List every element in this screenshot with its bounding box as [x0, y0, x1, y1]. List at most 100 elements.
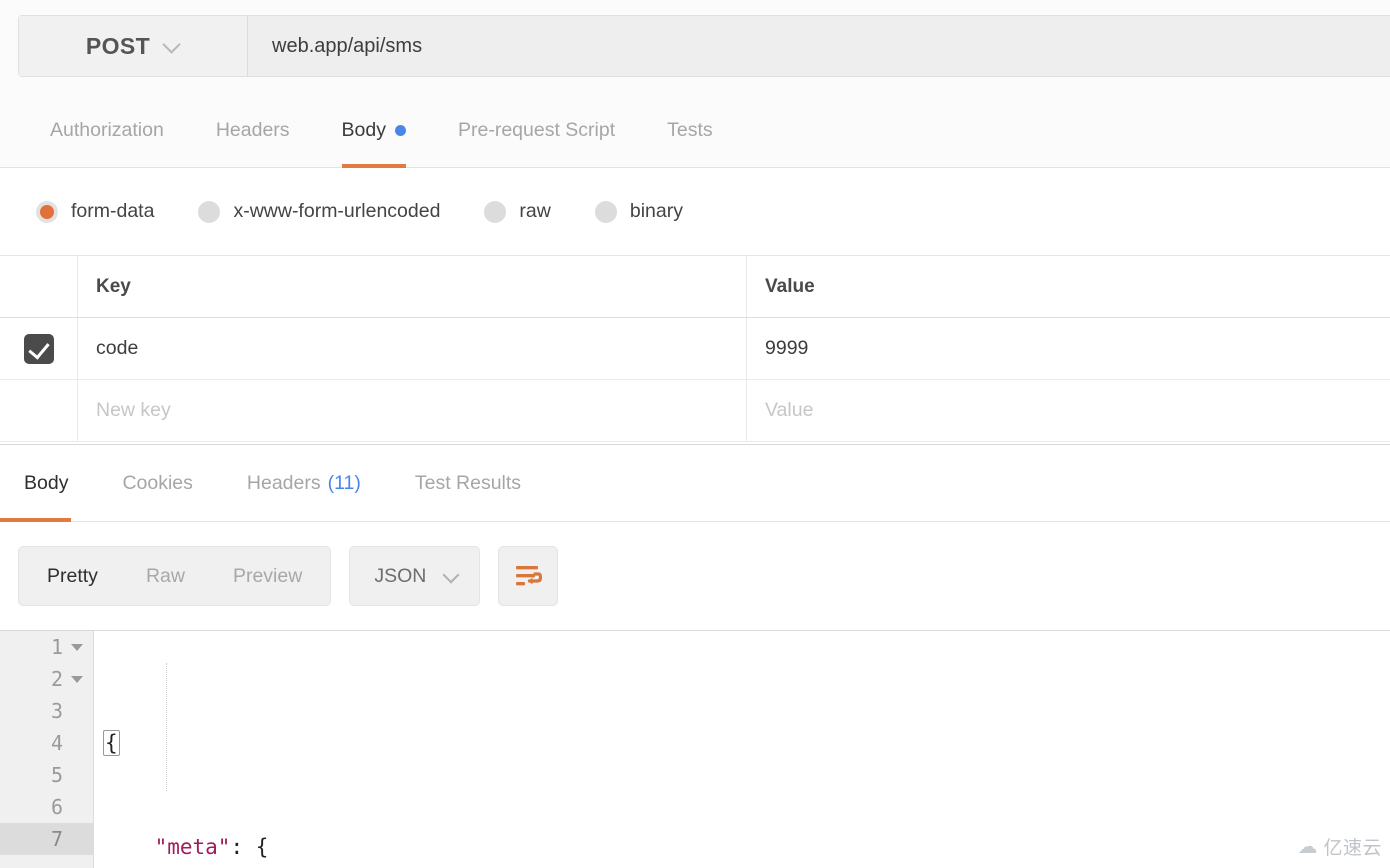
response-format-label: JSON [374, 564, 427, 587]
code-line-1: { [94, 727, 1390, 759]
radio-selected-icon [36, 200, 58, 223]
response-body-editor[interactable]: 1 2 3 4 5 6 7 {"meta": { [0, 630, 1390, 868]
tab-body[interactable]: Body [316, 92, 432, 168]
row-enabled-checkbox[interactable] [23, 333, 54, 364]
radio-binary[interactable]: binary [594, 200, 683, 223]
gutter-line: 1 [0, 631, 93, 663]
request-url-text: web.app/api/sms [272, 34, 423, 57]
gutter-line: 4 [0, 727, 93, 759]
request-url-input[interactable]: web.app/api/sms [248, 16, 1390, 76]
request-url-bar: POST web.app/api/sms [0, 0, 1390, 92]
response-toolbar: Pretty Raw Preview JSON [0, 522, 1390, 630]
new-row-check-cell [0, 380, 78, 441]
radio-unselected-icon [484, 200, 507, 223]
fold-toggle-icon[interactable] [71, 673, 83, 685]
tab-tests-label: Tests [667, 118, 713, 141]
http-method-label: POST [85, 32, 151, 59]
word-wrap-button[interactable] [498, 546, 559, 606]
line-number: 5 [50, 763, 63, 787]
json-open-brace: { [103, 730, 120, 756]
fold-placeholder-icon [71, 769, 83, 781]
view-mode-preview-label: Preview [232, 564, 303, 587]
radio-raw-label: raw [519, 200, 551, 222]
radio-form-data[interactable]: form-data [36, 200, 154, 223]
view-mode-preview[interactable]: Preview [209, 550, 326, 602]
tab-authorization-label: Authorization [50, 118, 164, 141]
gutter-line: 5 [0, 759, 93, 791]
table-new-row: New key Value [0, 380, 1390, 442]
gutter-line: 3 [0, 695, 93, 727]
radio-x-www-form-urlencoded-label: x-www-form-urlencoded [233, 200, 441, 222]
table-row: code 9999 [0, 318, 1390, 380]
editor-code-area[interactable]: { "meta": { "code": "200", "message": "测… [94, 631, 1390, 868]
response-tab-bar: Body Cookies Headers (11) Test Results [0, 444, 1390, 522]
tab-pre-request-script-label: Pre-request Script [458, 118, 616, 141]
line-number: 6 [50, 795, 63, 819]
response-tab-test-results-label: Test Results [414, 472, 522, 494]
table-header-check-cell [0, 256, 78, 317]
radio-raw[interactable]: raw [484, 200, 551, 223]
editor-line-number-gutter: 1 2 3 4 5 6 7 [0, 631, 94, 868]
gutter-line-active: 7 [0, 823, 93, 855]
tab-headers[interactable]: Headers [190, 92, 316, 168]
radio-unselected-icon [594, 200, 617, 223]
tab-body-label: Body [341, 118, 386, 141]
table-header-row: Key Value [0, 256, 1390, 318]
chevron-down-icon [444, 569, 459, 584]
line-number: 2 [50, 667, 63, 691]
view-mode-raw-label: Raw [145, 564, 185, 587]
tab-headers-label: Headers [215, 118, 290, 141]
radio-binary-label: binary [629, 200, 683, 222]
view-mode-pretty-label: Pretty [47, 564, 98, 587]
code-line-2: "meta": { [94, 831, 1390, 863]
body-type-radio-group: form-data x-www-form-urlencoded raw bina… [0, 168, 1390, 256]
chevron-down-icon [164, 38, 180, 54]
response-tab-headers-label: Headers [246, 472, 321, 494]
response-tab-cookies-label: Cookies [122, 472, 193, 494]
view-mode-pretty[interactable]: Pretty [23, 550, 122, 602]
row-value-input[interactable]: 9999 [747, 318, 1390, 379]
form-data-table: Key Value code 9999 New key Value [0, 256, 1390, 442]
json-punct: : { [230, 835, 269, 859]
radio-x-www-form-urlencoded[interactable]: x-www-form-urlencoded [198, 200, 440, 223]
line-number: 7 [50, 827, 63, 851]
postman-window: POST web.app/api/sms Authorization Heade… [0, 0, 1390, 868]
new-key-input[interactable]: New key [78, 380, 747, 441]
fold-placeholder-icon [71, 801, 83, 813]
response-tab-body-label: Body [24, 472, 69, 494]
table-header-value: Value [765, 275, 815, 297]
row-check-cell [0, 318, 78, 379]
fold-placeholder-icon [71, 833, 83, 845]
request-tab-bar: Authorization Headers Body Pre-request S… [0, 92, 1390, 168]
gutter-line: 6 [0, 791, 93, 823]
response-headers-count: (11) [327, 472, 361, 494]
view-mode-raw[interactable]: Raw [122, 550, 209, 602]
http-method-select[interactable]: POST [19, 16, 248, 76]
line-number: 1 [50, 635, 63, 659]
json-key-meta: "meta" [154, 835, 231, 859]
row-key-input[interactable]: code [78, 318, 747, 379]
line-number: 4 [50, 731, 63, 755]
radio-form-data-label: form-data [71, 200, 155, 222]
word-wrap-icon [516, 566, 543, 586]
response-tab-body[interactable]: Body [0, 445, 95, 522]
fold-placeholder-icon [71, 737, 83, 749]
response-tab-headers[interactable]: Headers (11) [220, 445, 388, 522]
body-modified-dot-icon [395, 124, 406, 136]
url-row: POST web.app/api/sms [18, 15, 1390, 77]
tab-authorization[interactable]: Authorization [24, 92, 190, 168]
tab-tests[interactable]: Tests [641, 92, 739, 168]
response-format-select[interactable]: JSON [349, 546, 481, 606]
response-tab-cookies[interactable]: Cookies [95, 445, 219, 522]
fold-placeholder-icon [71, 705, 83, 717]
tab-pre-request-script[interactable]: Pre-request Script [432, 92, 641, 168]
gutter-line: 2 [0, 663, 93, 695]
line-number: 3 [50, 699, 63, 723]
response-tab-test-results[interactable]: Test Results [388, 445, 548, 522]
fold-toggle-icon[interactable] [71, 641, 83, 653]
response-view-mode-group: Pretty Raw Preview [18, 546, 332, 606]
radio-unselected-icon [198, 200, 221, 223]
new-value-input[interactable]: Value [747, 380, 1390, 441]
table-header-key: Key [78, 256, 747, 317]
